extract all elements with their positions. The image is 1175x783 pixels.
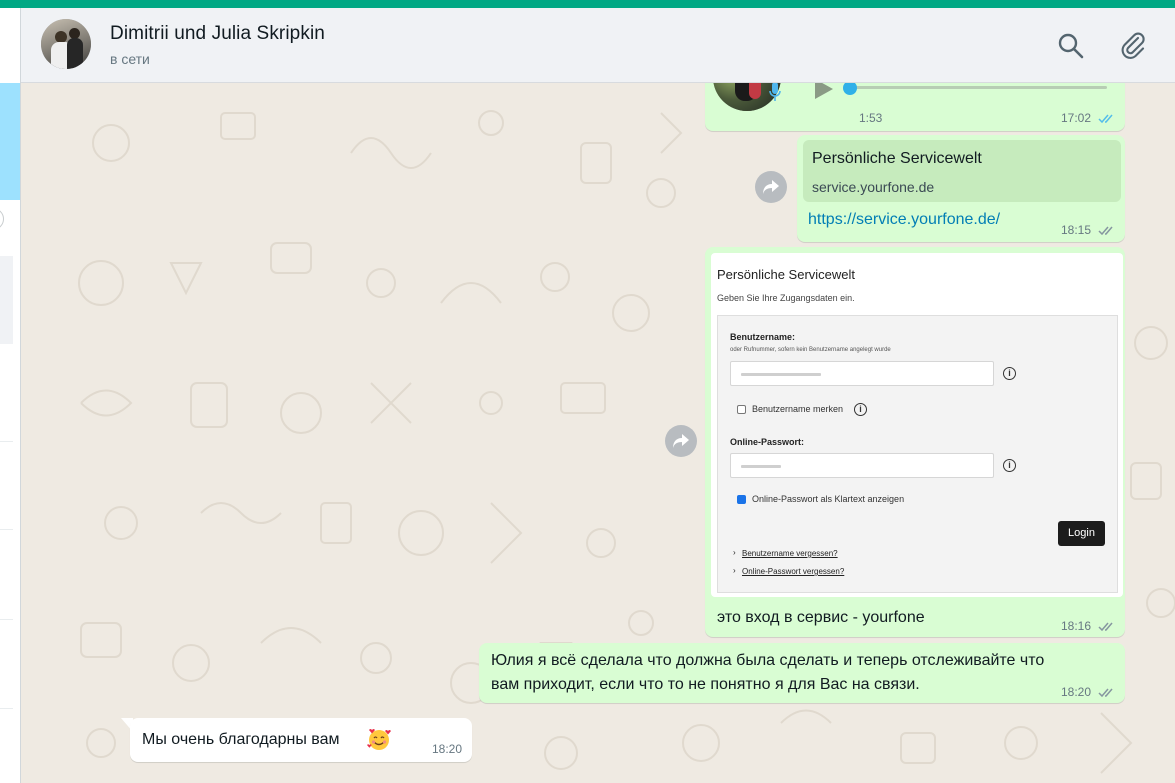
voice-progress-knob[interactable] bbox=[843, 83, 857, 95]
chat-header: Dimitrii und Julia Skripkin в сети bbox=[21, 8, 1175, 83]
voice-duration: 1:53 bbox=[859, 111, 883, 125]
screenshot-password-field bbox=[730, 453, 994, 478]
paperclip-icon[interactable] bbox=[1119, 32, 1147, 60]
chat-list-divider bbox=[0, 529, 13, 530]
message-link[interactable]: https://service.yourfone.de/ bbox=[808, 211, 1000, 229]
screenshot-login-panel: Benutzername: oder Rufnummer, sofern kei… bbox=[717, 315, 1118, 593]
screenshot-username-hint: oder Rufnummer, sofern kein Benutzername… bbox=[730, 347, 891, 353]
screenshot-subtitle: Geben Sie Ihre Zugangsdaten ein. bbox=[717, 293, 855, 303]
conversation-pane[interactable]: 1:53 17:02 Persönliche Servicewelt servi… bbox=[21, 83, 1175, 783]
link-preview-domain: service.yourfone.de bbox=[812, 179, 935, 195]
chat-list-selected-row[interactable] bbox=[0, 256, 13, 344]
message-time: 18:20 bbox=[1061, 685, 1092, 699]
forward-arrow-icon bbox=[763, 180, 779, 194]
chat-list-sliver bbox=[0, 8, 21, 783]
read-ticks-icon bbox=[1098, 114, 1113, 124]
screenshot-username-field bbox=[730, 361, 994, 386]
screenshot-forgot-password-link: Online-Passwort vergessen? bbox=[742, 567, 845, 576]
link-preview-card[interactable]: Persönliche Servicewelt service.yourfone… bbox=[803, 140, 1121, 202]
chat-list-divider bbox=[0, 441, 13, 442]
play-icon[interactable] bbox=[811, 83, 835, 101]
forward-arrow-icon bbox=[673, 434, 689, 448]
incoming-message-bubble[interactable]: Мы очень благодарны вам 18:20 bbox=[130, 718, 472, 762]
voice-message-bubble[interactable]: 1:53 17:02 bbox=[705, 83, 1125, 131]
delivered-ticks-icon bbox=[1098, 226, 1113, 236]
info-icon: i bbox=[1003, 367, 1016, 380]
chat-list-filter-icon[interactable] bbox=[0, 208, 4, 230]
screenshot-title: Persönliche Servicewelt bbox=[717, 267, 856, 282]
text-message-bubble[interactable]: Юлия я всё сделала что должна была сдела… bbox=[479, 643, 1125, 703]
image-message-bubble[interactable]: Persönliche Servicewelt Geben Sie Ihre Z… bbox=[705, 247, 1125, 637]
info-icon: i bbox=[1003, 459, 1016, 472]
screenshot-show-password-label: Online-Passwort als Klartext anzeigen bbox=[752, 494, 905, 504]
screenshot-show-password-checkbox bbox=[737, 495, 746, 504]
link-preview-title: Persönliche Servicewelt bbox=[812, 150, 982, 167]
message-text-line: Юлия я всё сделала что должна была сдела… bbox=[491, 652, 1045, 669]
smiling-face-with-hearts-icon bbox=[367, 729, 391, 750]
message-time: 17:02 bbox=[1061, 111, 1092, 125]
forward-button[interactable] bbox=[665, 425, 697, 457]
link-message-bubble[interactable]: Persönliche Servicewelt service.yourfone… bbox=[797, 135, 1125, 242]
contact-name[interactable]: Dimitrii und Julia Skripkin bbox=[110, 23, 325, 45]
contact-avatar[interactable] bbox=[41, 19, 91, 69]
chevron-right-icon: › bbox=[733, 548, 736, 557]
contact-status: в сети bbox=[110, 51, 150, 67]
screenshot-login-button: Login bbox=[1058, 521, 1105, 546]
login-screenshot-image[interactable]: Persönliche Servicewelt Geben Sie Ihre Z… bbox=[711, 253, 1123, 597]
message-text-line: вам приходит, если что то не понятно я д… bbox=[491, 676, 920, 693]
forward-button[interactable] bbox=[755, 171, 787, 203]
screenshot-remember-label: Benutzername merken bbox=[752, 404, 844, 414]
image-caption: это вход в сервис - yourfone bbox=[717, 609, 925, 626]
message-text: Мы очень благодарны вам bbox=[142, 731, 340, 748]
message-time: 18:16 bbox=[1061, 619, 1092, 633]
screenshot-password-label: Online-Passwort: bbox=[730, 437, 805, 447]
chat-list-divider bbox=[0, 619, 13, 620]
info-icon: i bbox=[854, 403, 867, 416]
top-accent-strip bbox=[0, 0, 1175, 8]
screenshot-remember-checkbox bbox=[737, 405, 746, 414]
delivered-ticks-icon bbox=[1098, 622, 1113, 632]
screenshot-forgot-username-link: Benutzername vergessen? bbox=[742, 549, 838, 558]
chat-list-highlight bbox=[0, 83, 20, 200]
message-time: 18:15 bbox=[1061, 223, 1092, 237]
chat-list-divider bbox=[0, 708, 13, 709]
screenshot-username-label: Benutzername: bbox=[730, 332, 796, 342]
chevron-right-icon: › bbox=[733, 566, 736, 575]
delivered-ticks-icon bbox=[1098, 688, 1113, 698]
microphone-icon bbox=[769, 83, 781, 101]
message-time: 18:20 bbox=[432, 742, 463, 756]
search-icon[interactable] bbox=[1057, 32, 1085, 60]
voice-progress-track[interactable] bbox=[851, 86, 1107, 89]
